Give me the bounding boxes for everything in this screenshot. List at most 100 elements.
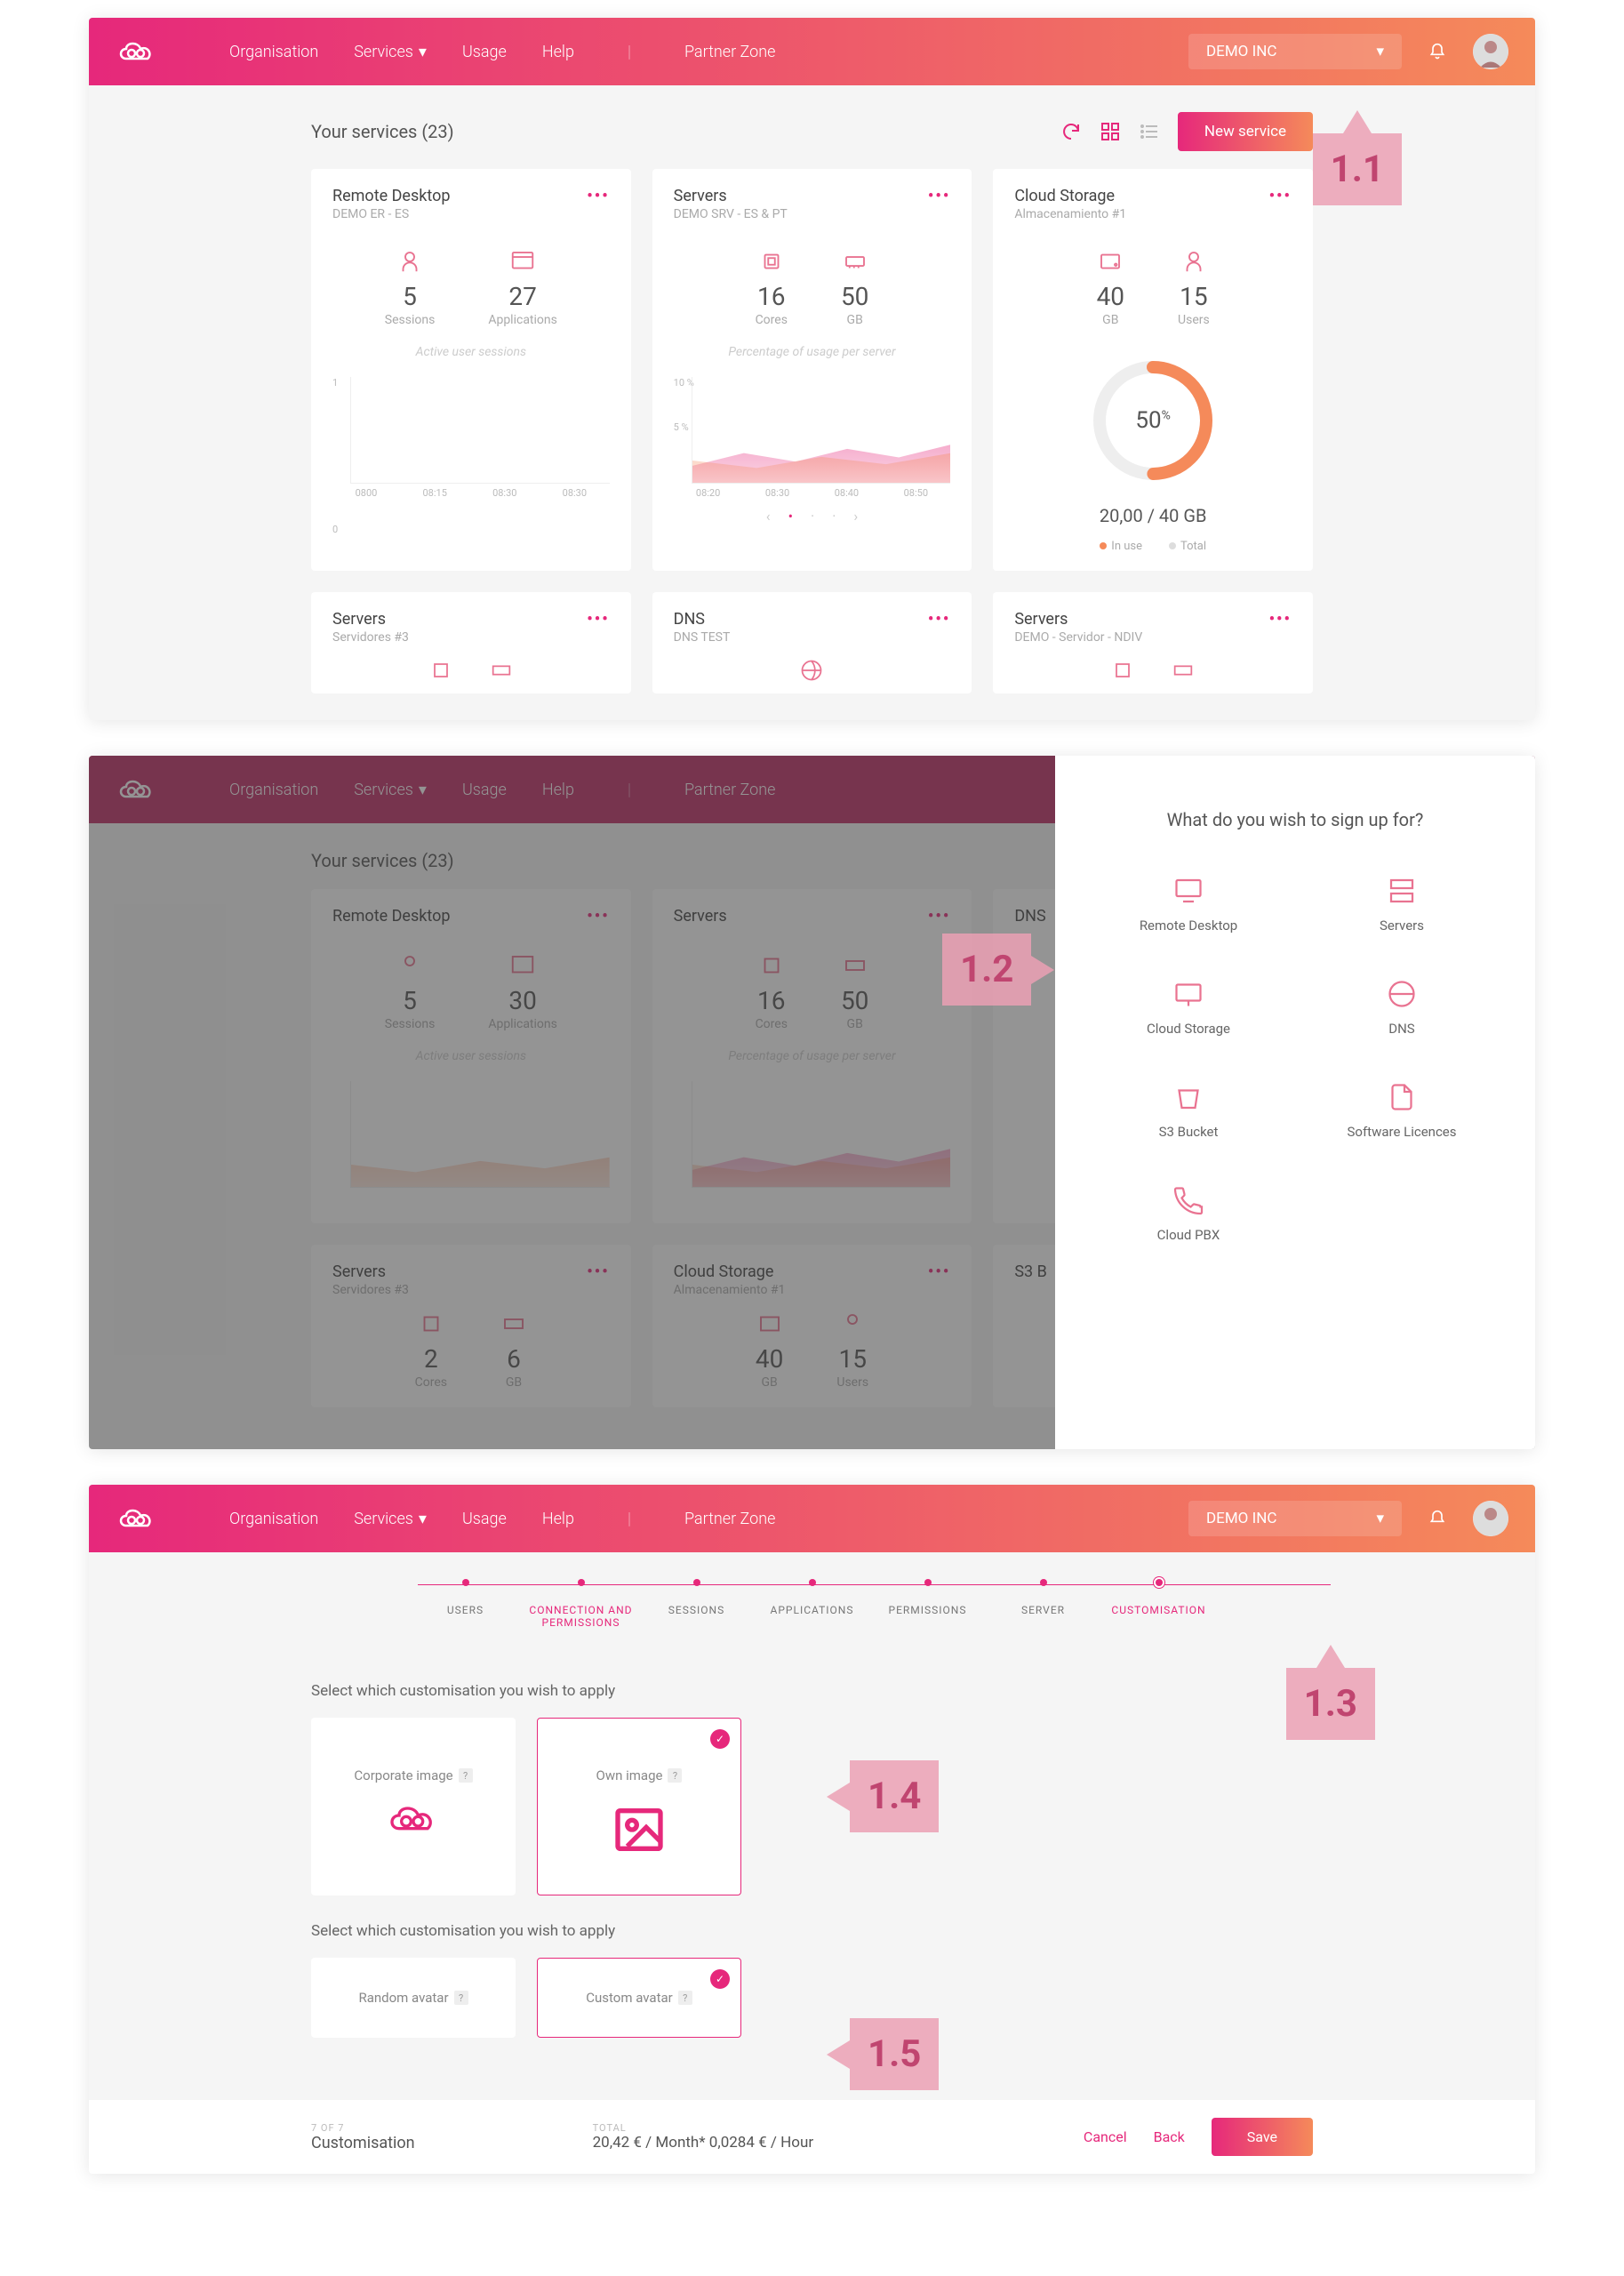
card-caption: Percentage of usage per server bbox=[674, 345, 951, 359]
signup-cloud-pbx[interactable]: Cloud PBX bbox=[1091, 1184, 1286, 1243]
signup-s3-bucket[interactable]: S3 Bucket bbox=[1091, 1081, 1286, 1140]
option-label: Remote Desktop bbox=[1091, 918, 1286, 934]
nav-help[interactable]: Help bbox=[542, 43, 574, 61]
signup-dns[interactable]: DNS bbox=[1304, 978, 1500, 1037]
step-sessions[interactable]: SESSIONS bbox=[639, 1579, 755, 1629]
option-label: Cloud PBX bbox=[1091, 1227, 1286, 1243]
card-title: Servers bbox=[332, 610, 409, 629]
nav-separator: | bbox=[628, 43, 631, 61]
wizard-stepper: USERS CONNECTION AND PERMISSIONS SESSION… bbox=[89, 1552, 1535, 1647]
nav-partner-zone[interactable]: Partner Zone bbox=[684, 43, 775, 61]
logo-icon bbox=[116, 38, 158, 65]
option-label: Cloud Storage bbox=[1091, 1021, 1286, 1037]
storage-text: 20,00 / 40 GB bbox=[1100, 505, 1207, 526]
help-icon[interactable]: ? bbox=[459, 1768, 473, 1783]
notifications-icon[interactable] bbox=[1428, 1510, 1446, 1527]
apps-label: Applications bbox=[488, 313, 557, 327]
signup-software-licences[interactable]: Software Licences bbox=[1304, 1081, 1500, 1140]
y-tick: 5 % bbox=[674, 421, 689, 433]
card-servers-3[interactable]: ServersDEMO - Servidor - NDIV••• bbox=[993, 592, 1313, 693]
card-servers-2[interactable]: ServersServidores #3 ••• bbox=[311, 592, 631, 693]
main-header: Organisation Services ▾ Usage Help | Par… bbox=[89, 1485, 1535, 1552]
ram-icon bbox=[489, 658, 514, 676]
chevron-right-icon[interactable]: › bbox=[853, 508, 858, 525]
user-avatar[interactable] bbox=[1473, 34, 1508, 69]
cloud-storage-icon bbox=[1172, 978, 1204, 1010]
card-title: Remote Desktop bbox=[332, 187, 450, 205]
more-icon[interactable]: ••• bbox=[928, 610, 950, 629]
dns-icon bbox=[1386, 978, 1418, 1010]
help-icon[interactable]: ? bbox=[678, 1991, 692, 2005]
card-cloud-storage[interactable]: Cloud Storage Almacenamiento #1 ••• 40 G… bbox=[993, 169, 1313, 571]
card-title: DNS bbox=[674, 610, 731, 629]
gb-label: GB bbox=[1097, 313, 1124, 327]
user-avatar[interactable] bbox=[1473, 1501, 1508, 1536]
more-icon[interactable]: ••• bbox=[928, 187, 950, 205]
card-caption: Active user sessions bbox=[332, 345, 610, 359]
nav-services[interactable]: Services ▾ bbox=[354, 1510, 427, 1528]
grid-view-icon[interactable] bbox=[1100, 121, 1121, 142]
option-label: Custom avatar bbox=[586, 1990, 672, 2006]
sessions-chart: 1 0 080008:1508:3008:30 bbox=[332, 377, 610, 553]
footer-total-value: 20,42 € / Month* 0,0284 € / Hour bbox=[593, 2134, 813, 2152]
screen-wizard-customisation: Organisation Services ▾ Usage Help | Par… bbox=[89, 1485, 1535, 2174]
card-subtitle: Servidores #3 bbox=[332, 630, 409, 645]
callout-1-5: 1.5 bbox=[827, 2018, 939, 2090]
card-dns[interactable]: DNSDNS TEST ••• bbox=[652, 592, 972, 693]
services-title: Your services (23) bbox=[311, 121, 454, 142]
y-tick: 0 bbox=[332, 524, 338, 535]
gb-value: 40 bbox=[1097, 282, 1124, 311]
option-corporate-image[interactable]: Corporate image? bbox=[311, 1718, 516, 1895]
signup-cloud-storage[interactable]: Cloud Storage bbox=[1091, 978, 1286, 1037]
refresh-icon[interactable] bbox=[1060, 121, 1082, 142]
section-label-image: Select which customisation you wish to a… bbox=[311, 1682, 1313, 1700]
option-random-avatar[interactable]: Random avatar? bbox=[311, 1958, 516, 2038]
nav-help[interactable]: Help bbox=[542, 1510, 574, 1528]
cancel-button[interactable]: Cancel bbox=[1084, 2128, 1127, 2145]
signup-servers[interactable]: Servers bbox=[1304, 875, 1500, 934]
option-custom-avatar[interactable]: ✓ Custom avatar? bbox=[537, 1958, 741, 2038]
list-view-icon[interactable] bbox=[1139, 121, 1160, 142]
caret-down-icon: ▾ bbox=[419, 43, 427, 61]
apps-icon bbox=[509, 248, 536, 275]
more-icon[interactable]: ••• bbox=[587, 187, 609, 205]
option-label: Software Licences bbox=[1304, 1124, 1500, 1140]
users-label: Users bbox=[1178, 313, 1210, 327]
card-subtitle: DNS TEST bbox=[674, 630, 731, 645]
x-axis: 080008:1508:3008:30 bbox=[332, 487, 610, 499]
nav-services[interactable]: Services ▾ bbox=[354, 43, 427, 61]
new-service-button[interactable]: New service bbox=[1178, 112, 1313, 151]
chevron-left-icon[interactable]: ‹ bbox=[766, 508, 771, 525]
org-selector[interactable]: DEMO INC▾ bbox=[1188, 1501, 1402, 1536]
nav-usage[interactable]: Usage bbox=[462, 43, 507, 61]
more-icon[interactable]: ••• bbox=[1269, 187, 1292, 205]
option-own-image[interactable]: ✓ Own image? bbox=[537, 1718, 741, 1895]
save-button[interactable]: Save bbox=[1212, 2118, 1313, 2156]
notifications-icon[interactable] bbox=[1428, 43, 1446, 60]
org-selector[interactable]: DEMO INC ▾ bbox=[1188, 34, 1402, 69]
step-permissions[interactable]: PERMISSIONS bbox=[870, 1579, 986, 1629]
card-servers[interactable]: Servers DEMO SRV - ES & PT ••• 16 Cores … bbox=[652, 169, 972, 571]
y-tick: 1 bbox=[332, 377, 338, 389]
caret-down-icon: ▾ bbox=[1376, 43, 1384, 60]
ram-icon bbox=[842, 248, 868, 275]
nav-partner-zone[interactable]: Partner Zone bbox=[684, 1510, 775, 1528]
step-users[interactable]: USERS bbox=[408, 1579, 524, 1629]
step-customisation[interactable]: CUSTOMISATION bbox=[1101, 1579, 1217, 1629]
signup-remote-desktop[interactable]: Remote Desktop bbox=[1091, 875, 1286, 934]
nav-usage[interactable]: Usage bbox=[462, 1510, 507, 1528]
step-connection[interactable]: CONNECTION AND PERMISSIONS bbox=[524, 1579, 639, 1629]
card-title: Cloud Storage bbox=[1014, 187, 1126, 205]
more-icon[interactable]: ••• bbox=[587, 610, 609, 629]
back-button[interactable]: Back bbox=[1154, 2128, 1185, 2145]
option-label: Servers bbox=[1304, 918, 1500, 934]
screen-dashboard: Organisation Services ▾ Usage Help | Par… bbox=[89, 18, 1535, 720]
card-remote-desktop[interactable]: Remote Desktop DEMO ER - ES ••• 5 Sessio… bbox=[311, 169, 631, 571]
help-icon[interactable]: ? bbox=[668, 1768, 682, 1783]
step-server[interactable]: SERVER bbox=[986, 1579, 1101, 1629]
help-icon[interactable]: ? bbox=[454, 1991, 468, 2005]
step-applications[interactable]: APPLICATIONS bbox=[755, 1579, 870, 1629]
nav-organisation[interactable]: Organisation bbox=[229, 43, 318, 61]
more-icon[interactable]: ••• bbox=[1269, 610, 1292, 629]
nav-organisation[interactable]: Organisation bbox=[229, 1510, 318, 1528]
